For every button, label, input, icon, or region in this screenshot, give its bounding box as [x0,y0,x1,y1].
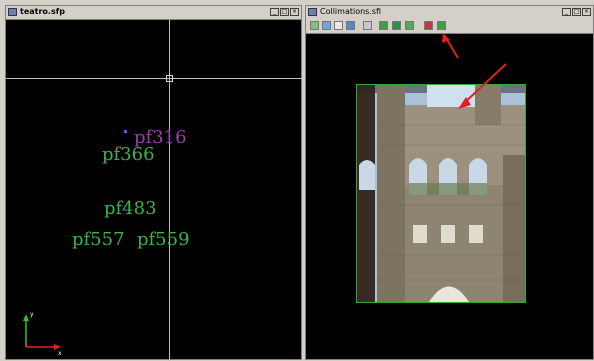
point-label-pf559[interactable]: pf559 [137,231,190,249]
crosshair-horizontal [6,78,302,79]
point-label-pf483[interactable]: pf483 [104,200,157,218]
close-button[interactable]: × [290,8,299,16]
sfi-file-icon [308,8,317,16]
axis-y-label: y [30,311,34,318]
image-view-canvas[interactable] [306,34,593,359]
select-icon[interactable] [310,21,319,30]
point-label-pf557[interactable]: pf557 [72,231,125,249]
right-window-title: Collimations.sfi [320,7,382,16]
crosshair-center-marker [166,75,173,82]
collimation-edit-icon[interactable] [392,21,401,30]
right-window: Collimations.sfi _ □ × [305,5,594,360]
plan-view-canvas[interactable]: pf316 pf366 pf483 pf557 pf559 y x [6,20,302,361]
annotation-arrows [458,63,507,109]
maximize-button[interactable]: □ [280,8,289,16]
close-button[interactable]: × [582,8,591,16]
left-window-title: teatro.sfp [20,7,65,16]
left-window: teatro.sfp _ □ × pf316 pf366 pf483 pf557… [5,5,302,361]
toolbar-annotation-arrow [442,33,459,59]
fit-icon[interactable] [334,21,343,30]
collimation-add-icon[interactable] [379,21,388,30]
rotate-icon[interactable] [346,21,355,30]
prev-image-icon[interactable] [424,21,433,30]
point-marker-pf316 [124,130,127,133]
point-label-pf366[interactable]: pf366 [102,146,155,164]
left-titlebar[interactable]: teatro.sfp _ □ × [6,6,301,20]
axis-x-label: x [58,350,62,357]
zoom-icon[interactable] [363,21,372,30]
move-icon[interactable] [322,21,331,30]
minimize-button[interactable]: _ [270,8,279,16]
right-titlebar[interactable]: Collimations.sfi _ □ × [306,6,593,20]
maximize-button[interactable]: □ [572,8,581,16]
sfp-file-icon [8,8,17,16]
minimize-button[interactable]: _ [562,8,571,16]
crosshair-vertical [169,20,170,361]
collimation-delete-icon[interactable] [405,21,414,30]
